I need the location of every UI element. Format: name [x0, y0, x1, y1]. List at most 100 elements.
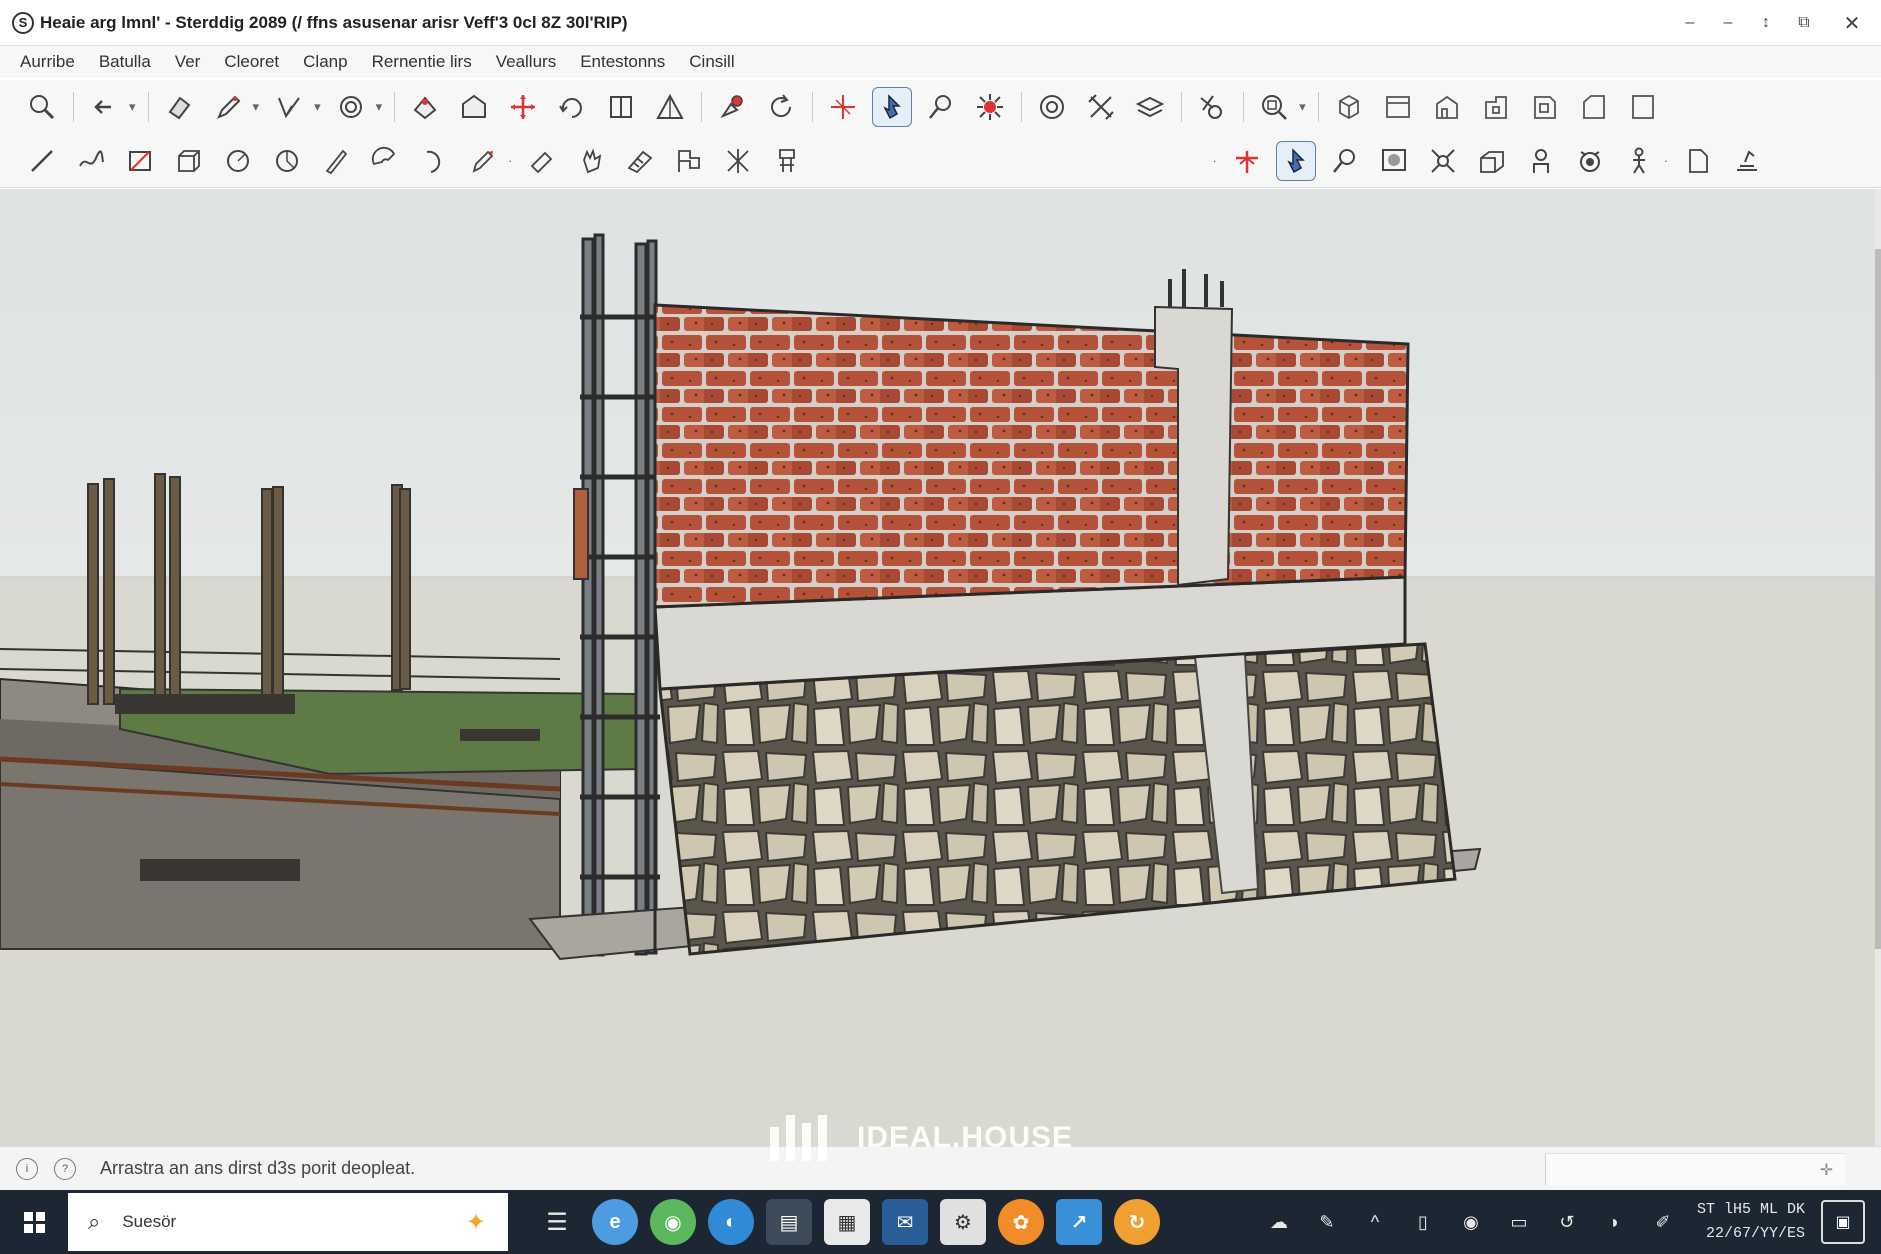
dropdown-icon[interactable]: · — [1212, 153, 1216, 168]
stair-icon[interactable] — [767, 141, 807, 181]
network-icon[interactable]: ↺ — [1550, 1205, 1584, 1239]
page-icon[interactable] — [1678, 141, 1718, 181]
app-orange-icon[interactable]: ✿ — [998, 1199, 1044, 1245]
iso-view-icon[interactable] — [1329, 87, 1369, 127]
menu-file[interactable]: Aurribe — [20, 52, 75, 72]
menu-help[interactable]: Cinsill — [689, 52, 734, 72]
explode-icon[interactable] — [970, 87, 1010, 127]
dropdown-icon[interactable]: ▾ — [129, 99, 136, 115]
files-icon[interactable]: ▦ — [824, 1199, 870, 1245]
geo-location-icon[interactable]: ? — [54, 1157, 76, 1180]
notification-icon[interactable]: ▣ — [1821, 1200, 1865, 1244]
window-icon[interactable] — [1374, 141, 1414, 181]
person-icon[interactable] — [1521, 141, 1561, 181]
refresh-icon[interactable] — [761, 87, 801, 127]
select-icon[interactable] — [872, 87, 913, 127]
cloud-notify-icon[interactable]: ☁ — [1262, 1205, 1296, 1239]
dropdown-icon[interactable]: ▾ — [376, 99, 383, 115]
explode2-icon[interactable] — [1423, 141, 1463, 181]
menu-view[interactable]: Ver — [175, 52, 201, 72]
axes-icon[interactable] — [823, 87, 863, 127]
menu-draw[interactable]: Clanp — [303, 52, 347, 72]
close-button[interactable]: ✕ — [1823, 0, 1881, 46]
scrollbar-thumb[interactable] — [1875, 249, 1881, 949]
search-icon[interactable] — [921, 87, 961, 127]
vertical-scrollbar[interactable] — [1875, 189, 1881, 1146]
menu-extensions[interactable]: Entestonns — [580, 52, 665, 72]
layers-icon[interactable] — [1130, 87, 1170, 127]
app-logo-icon[interactable]: S — [12, 11, 34, 34]
warehouse-icon[interactable] — [454, 87, 494, 127]
rotate-icon[interactable] — [331, 87, 371, 127]
offset-icon[interactable] — [414, 141, 454, 181]
section-icon[interactable] — [601, 87, 641, 127]
arrow-icon[interactable] — [84, 87, 124, 127]
gear-icon[interactable] — [1192, 87, 1232, 127]
polygon-icon[interactable] — [267, 141, 307, 181]
settings-icon[interactable]: ⚙ — [940, 1199, 986, 1245]
start-button[interactable] — [0, 1190, 68, 1254]
task-view-icon[interactable]: ☰ — [534, 1199, 580, 1245]
eraser-icon[interactable] — [159, 87, 199, 127]
app-sync-icon[interactable]: ↻ — [1114, 1199, 1160, 1245]
dropdown-icon[interactable]: ▾ — [253, 99, 260, 115]
orbit-icon[interactable] — [552, 87, 592, 127]
store-icon[interactable]: ▤ — [766, 1199, 812, 1245]
path-icon[interactable] — [269, 87, 309, 127]
dropdown-icon[interactable]: · — [1664, 153, 1668, 168]
chrome-icon[interactable]: ◉ — [650, 1199, 696, 1245]
triangle-icon[interactable] — [650, 87, 690, 127]
brush-icon[interactable]: ✐ — [1646, 1205, 1680, 1239]
volume-icon[interactable]: ◗ — [1598, 1205, 1632, 1239]
zoom-extents-icon[interactable] — [1254, 87, 1294, 127]
paint-icon[interactable] — [712, 87, 752, 127]
back-view-icon[interactable] — [1525, 87, 1565, 127]
chevron-up-icon[interactable]: ^ — [1358, 1205, 1392, 1239]
resize-icon[interactable]: ↕ — [1747, 0, 1785, 46]
star-icon[interactable] — [718, 141, 758, 181]
scale-icon[interactable] — [1081, 87, 1121, 127]
dropdown-icon[interactable]: ▾ — [314, 99, 321, 115]
dimension-icon[interactable] — [620, 141, 660, 181]
move-icon[interactable] — [503, 87, 543, 127]
axes-red-icon[interactable] — [1227, 141, 1267, 181]
eye-icon[interactable]: ◉ — [1454, 1205, 1488, 1239]
menu-window[interactable]: Veallurs — [496, 52, 556, 72]
display-icon[interactable]: ▭ — [1502, 1205, 1536, 1239]
measurements-box[interactable]: ✛ — [1545, 1153, 1845, 1185]
clock[interactable]: ST lH5 ML DK 22/67/YY/ES — [1697, 1198, 1805, 1246]
camera-icon[interactable] — [1570, 141, 1610, 181]
sun-icon[interactable] — [1727, 141, 1767, 181]
browser-icon[interactable]: ◐ — [708, 1199, 754, 1245]
search2-icon[interactable] — [1325, 141, 1365, 181]
dropdown-icon[interactable]: · — [508, 153, 512, 168]
left-view-icon[interactable] — [1574, 87, 1614, 127]
edge-icon[interactable]: e — [592, 1199, 638, 1245]
walk-icon[interactable] — [1619, 141, 1659, 181]
right-view-icon[interactable] — [1476, 87, 1516, 127]
follow-icon[interactable] — [405, 87, 445, 127]
line-icon[interactable] — [22, 141, 62, 181]
minimize-button[interactable]: – — [1709, 0, 1747, 46]
menu-tools[interactable]: Rernentie lirs — [372, 52, 472, 72]
battery-icon[interactable]: ▯ — [1406, 1205, 1440, 1239]
pie-icon[interactable] — [365, 141, 405, 181]
target-icon[interactable] — [1032, 87, 1072, 127]
taskbar-search[interactable]: ⌕ Suesör ✦ — [68, 1193, 508, 1251]
circle-icon[interactable] — [218, 141, 258, 181]
model-viewport[interactable] — [0, 189, 1881, 1146]
minimize-alt-button[interactable]: – — [1671, 0, 1709, 46]
component-icon[interactable] — [1472, 141, 1512, 181]
app-sketch-icon[interactable]: ↗ — [1056, 1199, 1102, 1245]
arc-icon[interactable] — [316, 141, 356, 181]
select-active-icon[interactable] — [1275, 140, 1316, 181]
hand-icon[interactable] — [571, 141, 611, 181]
pen-icon[interactable]: ✎ — [1310, 1205, 1344, 1239]
front-view-icon[interactable] — [1427, 87, 1467, 127]
top-view-icon[interactable] — [1378, 87, 1418, 127]
dropdown-icon[interactable]: ▾ — [1299, 99, 1306, 115]
flag-icon[interactable] — [669, 141, 709, 181]
text-icon[interactable] — [522, 141, 562, 181]
tape-icon[interactable] — [463, 141, 503, 181]
info-icon[interactable]: i — [16, 1157, 38, 1180]
